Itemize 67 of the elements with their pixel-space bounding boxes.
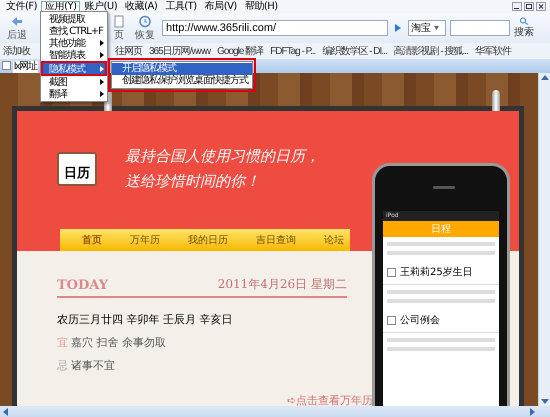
bookmark-link[interactable]: Google 翻译 <box>217 44 264 58</box>
checkbox[interactable] <box>387 268 396 276</box>
restore-icon <box>138 14 152 28</box>
search-field[interactable] <box>450 20 510 36</box>
menu-item[interactable]: 其他功能 <box>41 37 107 49</box>
menu-item[interactable]: 查找 CTRL+F <box>41 25 107 37</box>
bookmark-link[interactable]: 365日历网/www <box>149 44 210 58</box>
event-text: 王莉莉25岁生日 <box>400 266 473 279</box>
search-button[interactable]: 搜索 <box>514 17 534 39</box>
toolbar-button[interactable]: 恢复 <box>132 14 158 42</box>
event-text: 公司例会 <box>400 314 440 327</box>
scroll-left-arrow-icon[interactable] <box>2 408 10 416</box>
nav-tab[interactable]: 首页 <box>82 233 102 247</box>
nav-tab[interactable]: 万年历 <box>130 233 160 247</box>
nav-tab[interactable]: 我的日历 <box>188 233 228 247</box>
bookmark-link[interactable]: 华军软件 <box>474 44 511 58</box>
scroll-up-arrow-icon[interactable] <box>540 74 548 82</box>
menu-bar-item[interactable]: 文件(F) <box>2 0 42 12</box>
nav-tab[interactable]: 论坛 <box>324 233 344 247</box>
checkbox[interactable] <box>387 316 396 324</box>
browser-tab[interactable]: lx网址 <box>13 61 38 73</box>
good-text: 嘉穴 扫舍 余事勿取 <box>71 335 166 350</box>
toolbar-button[interactable]: 后退 <box>4 14 30 42</box>
vertical-scrollbar[interactable] <box>538 73 550 406</box>
scroll-right-arrow-icon[interactable] <box>528 408 536 416</box>
bookmark-link[interactable]: 添加收 <box>3 44 30 58</box>
menu-bar-item[interactable]: 收藏(A) <box>121 0 162 12</box>
bookmark-link[interactable]: 往网页 <box>115 44 142 58</box>
menu-item[interactable]: 智能填表 <box>41 49 107 61</box>
submenu-item[interactable]: 开启隐私模式 <box>112 63 252 75</box>
back-arrow-icon <box>10 14 24 28</box>
nav-tab[interactable]: 吉日查询 <box>256 233 296 247</box>
scroll-down-arrow-icon[interactable] <box>540 397 548 405</box>
slogan-text: 最持合国人使用习惯的日历， <box>125 146 320 166</box>
search-icon <box>519 17 529 25</box>
bookmark-link[interactable]: 编织数学区 - DI... <box>322 44 387 58</box>
play-arrow-icon <box>394 23 402 33</box>
schedule-title: 日程 <box>383 221 499 237</box>
minimize-icon[interactable] <box>512 2 522 11</box>
horizontal-scrollbar[interactable] <box>0 406 550 417</box>
search-engine-dropdown[interactable]: 淘宝 <box>408 20 446 36</box>
slogan-text: 送给珍惜时间的你！ <box>125 172 260 190</box>
maximize-icon[interactable] <box>524 2 534 11</box>
caret-icon <box>434 26 439 30</box>
menu-item[interactable]: 截图 <box>41 76 107 88</box>
bookmark-link[interactable]: FDFTag - P... <box>270 46 316 56</box>
good-mark: 宜 <box>57 335 68 350</box>
close-icon[interactable] <box>536 2 546 11</box>
bad-mark: 忌 <box>57 358 68 373</box>
today-heading: TODAY <box>57 278 108 293</box>
menu-item[interactable]: 视频提取 <box>41 13 107 25</box>
menu-bar-item[interactable]: 工具(T) <box>161 0 201 12</box>
bookmark-link[interactable]: 高清影视剧 - 搜狐... <box>394 44 468 58</box>
menu-bar-item[interactable]: 布局(V) <box>200 0 241 12</box>
menu-bar-item[interactable]: 账户(U) <box>80 0 122 12</box>
submenu-item[interactable]: 创建隐私保护浏览桌面快捷方式 <box>112 75 252 87</box>
tab-checkbox[interactable] <box>2 61 11 70</box>
bad-text: 诸事不宜 <box>71 358 115 373</box>
menu-item[interactable]: 翻译 <box>41 88 107 100</box>
menu-item[interactable]: 隐私模式 <box>41 61 107 76</box>
lunar-date: 农历三月廿四 辛卯年 壬辰月 辛亥日 <box>57 312 232 327</box>
page-icon <box>112 14 126 28</box>
address-field[interactable]: http://www.365rili.com/ <box>162 20 388 36</box>
calendar-logo: 日历 <box>57 152 97 186</box>
date-text: 2011年4月26日 星期二 <box>218 276 347 293</box>
menu-bar-item[interactable]: 帮助(H) <box>240 0 282 12</box>
toolbar-button[interactable]: 页 <box>110 14 128 42</box>
